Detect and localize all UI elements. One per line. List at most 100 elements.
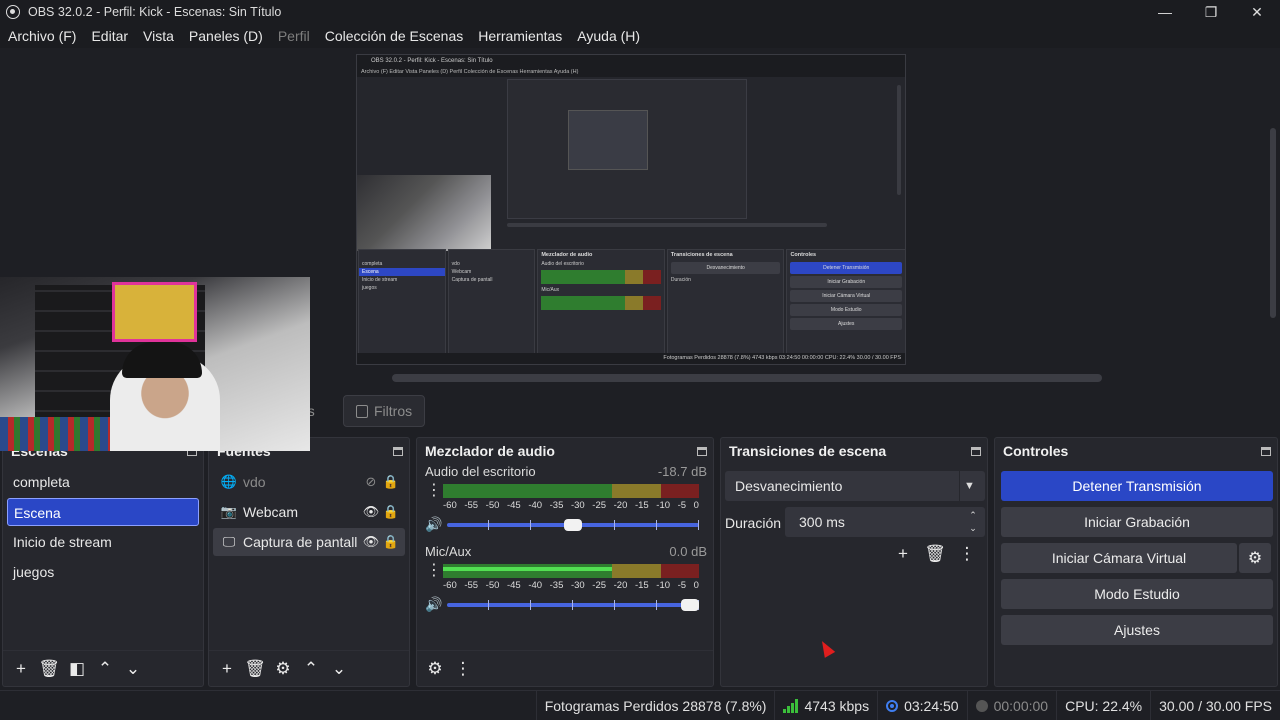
menu-herramientas[interactable]: Herramientas	[478, 28, 562, 44]
mini-source-item: Captura de pantall	[451, 277, 493, 283]
start-recording-button[interactable]: Iniciar Grabación	[1001, 507, 1273, 537]
lock-icon[interactable]: 🔒	[381, 534, 401, 550]
lock-icon[interactable]: 🔒	[381, 504, 401, 520]
scale-tick: 0	[693, 500, 699, 511]
mini-preview	[507, 79, 747, 219]
preview-horizontal-scrollbar[interactable]	[392, 374, 1102, 382]
monitor-icon: 🖵	[222, 534, 236, 549]
sources-dock: Fuentes 🌐 vdo ⊘ 🔒 📷 Webcam 👁 🔒 🖵 Captura…	[208, 437, 410, 687]
eye-icon[interactable]: 👁	[361, 534, 381, 550]
mini-sources-dock: vdo Webcam Captura de pantall	[447, 249, 536, 354]
filters-button[interactable]: Filtros	[343, 395, 426, 427]
menu-paneles[interactable]: Paneles (D)	[189, 28, 263, 44]
source-item[interactable]: 🌐 vdo ⊘ 🔒	[213, 468, 405, 496]
scale-tick: -35	[549, 580, 564, 591]
maximize-icon[interactable]: ❐	[1188, 0, 1234, 24]
menu-ayuda[interactable]: Ayuda (H)	[577, 28, 640, 44]
duration-label: Duración	[725, 515, 782, 531]
mini-window-title: OBS 32.0.2 - Perfil: Kick - Escenas: Sin…	[357, 55, 905, 67]
mini-horizontal-scrollbar	[507, 223, 827, 227]
remove-scene-icon[interactable]: 🗑	[37, 657, 61, 681]
filter-icon	[356, 404, 368, 418]
source-name: Captura de pantall	[243, 534, 358, 550]
volume-slider[interactable]	[443, 598, 707, 611]
eye-icon[interactable]: 👁	[361, 504, 381, 520]
globe-icon: 🌐	[220, 474, 238, 489]
minimize-icon[interactable]: —	[1142, 0, 1188, 24]
speaker-icon[interactable]: 🔊	[425, 516, 443, 533]
mixer-track-mic: Mic/Aux 0.0 dB ⋮ -60 -55 -50 -45 -40 -35	[417, 544, 713, 624]
preview-canvas[interactable]: OBS 32.0.2 - Perfil: Kick - Escenas: Sin…	[356, 54, 906, 365]
start-virtual-camera-button[interactable]: Iniciar Cámara Virtual	[1001, 543, 1237, 573]
scale-tick: -55	[464, 500, 479, 511]
scale-tick: -10	[656, 500, 671, 511]
transition-selected: Desvanecimiento	[735, 478, 843, 494]
mini-menu-bar: Archivo (F) Editar Vista Paneles (D) Per…	[357, 67, 905, 77]
scene-item[interactable]: completa	[7, 468, 199, 496]
mini-meter	[541, 296, 661, 310]
studio-mode-button[interactable]: Modo Estudio	[1001, 579, 1273, 609]
mini-control-button: Iniciar Cámara Virtual	[790, 290, 902, 302]
source-item[interactable]: 🖵 Captura de pantall 👁 🔒	[213, 528, 405, 556]
transition-menu-icon[interactable]: ⋮	[955, 542, 979, 566]
settings-button[interactable]: Ajustes	[1001, 615, 1273, 645]
menu-bar: Archivo (F) Editar Vista Paneles (D) Per…	[0, 24, 1280, 48]
mixer-dock-header: Mezclador de audio	[417, 438, 713, 464]
transition-select[interactable]: Desvanecimiento ▼	[725, 471, 985, 501]
source-item[interactable]: 📷 Webcam 👁 🔒	[213, 498, 405, 526]
move-down-icon[interactable]: ⌄	[327, 657, 351, 681]
undock-icon[interactable]	[697, 446, 707, 456]
track-menu-icon[interactable]: ⋮	[425, 563, 443, 579]
speaker-icon[interactable]: 🔊	[425, 596, 443, 613]
menu-perfil[interactable]: Perfil	[278, 28, 310, 44]
volume-slider-handle[interactable]	[681, 598, 699, 611]
transition-actions: + 🗑 ⋮	[891, 542, 979, 566]
menu-editar[interactable]: Editar	[91, 28, 128, 44]
scene-item[interactable]: Escena	[7, 498, 199, 526]
mixer-track-desktop: Audio del escritorio -18.7 dB ⋮ -60 -55 …	[417, 464, 713, 544]
undock-icon[interactable]	[971, 446, 981, 456]
scale-tick: -50	[485, 500, 500, 511]
move-up-icon[interactable]: ⌃	[93, 657, 117, 681]
mini-transitions-dock: Transiciones de escena Desvanecimiento D…	[666, 249, 785, 354]
source-properties-gear-icon[interactable]: ⚙	[271, 657, 295, 681]
spin-arrows-icon[interactable]: ⌃ ⌄	[965, 509, 981, 535]
menu-coleccion-escenas[interactable]: Colección de Escenas	[325, 28, 464, 44]
menu-vista[interactable]: Vista	[143, 28, 174, 44]
move-up-icon[interactable]: ⌃	[299, 657, 323, 681]
controls-dock: Controles Detener Transmisión Iniciar Gr…	[994, 437, 1278, 687]
mixer-dock: Mezclador de audio Audio del escritorio …	[416, 437, 714, 687]
mixer-footer: ⚙ ⋮	[417, 650, 713, 686]
remove-transition-icon[interactable]: 🗑	[923, 542, 947, 566]
record-time: 00:00:00	[993, 697, 1049, 714]
lock-icon[interactable]: 🔒	[381, 474, 401, 490]
scene-item[interactable]: Inicio de stream	[7, 528, 199, 556]
track-menu-icon[interactable]: ⋮	[425, 483, 443, 499]
stop-streaming-button[interactable]: Detener Transmisión	[1001, 471, 1273, 501]
add-transition-icon[interactable]: +	[891, 542, 915, 566]
bitrate-indicator: 4743 kbps	[774, 691, 877, 720]
mini-transitions-title: Transiciones de escena	[670, 252, 733, 258]
add-source-icon[interactable]: +	[215, 657, 239, 681]
scene-item[interactable]: juegos	[7, 558, 199, 586]
hidden-eye-icon[interactable]: ⊘	[361, 474, 381, 490]
remove-source-icon[interactable]: 🗑	[243, 657, 267, 681]
undock-icon[interactable]	[393, 446, 403, 456]
scene-filters-icon[interactable]: ◧	[65, 657, 89, 681]
preview-vertical-scrollbar[interactable]	[1270, 128, 1276, 318]
mini-controls-dock: Controles Detener Transmisión Iniciar Gr…	[786, 249, 905, 354]
close-icon[interactable]: ✕	[1234, 0, 1280, 24]
mini-webcam-feed	[357, 175, 491, 251]
mini-vertical-scrollbar	[897, 85, 901, 195]
add-scene-icon[interactable]: +	[9, 657, 33, 681]
volume-slider[interactable]	[443, 518, 707, 531]
undock-icon[interactable]	[1261, 446, 1271, 456]
mini-control-button: Ajustes	[790, 318, 902, 330]
virtual-camera-settings-gear-icon[interactable]: ⚙	[1239, 543, 1271, 573]
mixer-menu-icon[interactable]: ⋮	[451, 657, 475, 681]
advanced-audio-gear-icon[interactable]: ⚙	[423, 657, 447, 681]
move-down-icon[interactable]: ⌄	[121, 657, 145, 681]
volume-slider-handle[interactable]	[564, 518, 582, 531]
menu-archivo[interactable]: Archivo (F)	[8, 28, 76, 44]
duration-spinbox[interactable]: 300 ms ⌃ ⌄	[785, 507, 985, 537]
